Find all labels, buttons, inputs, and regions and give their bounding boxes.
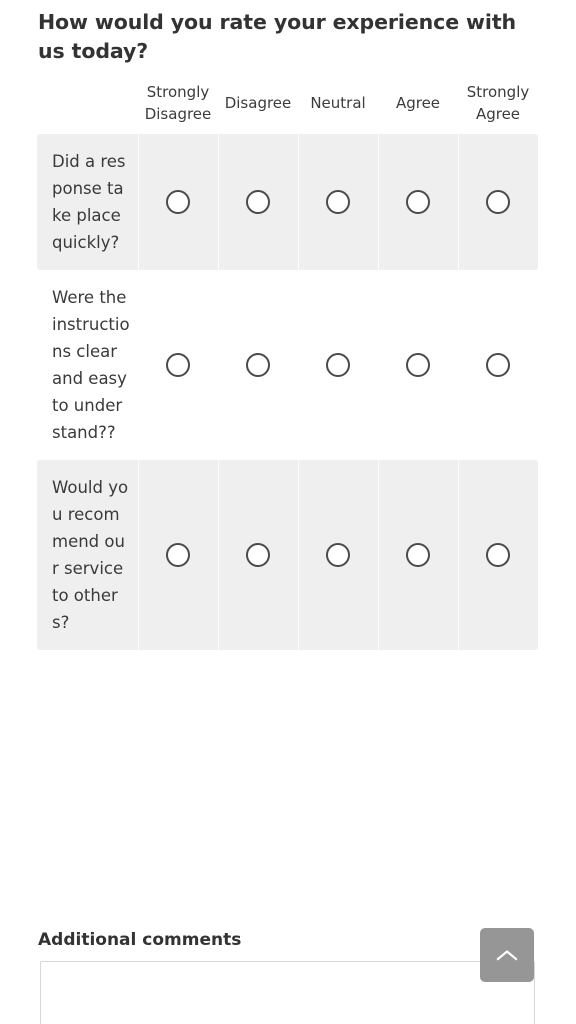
question-label: Would you recommend our service to other…: [52, 478, 129, 632]
radio-button[interactable]: [486, 543, 510, 567]
radio-cell-agree[interactable]: [378, 270, 458, 460]
radio-cell-strongly-agree[interactable]: [458, 134, 538, 270]
radio-cell-strongly-disagree[interactable]: [138, 460, 218, 650]
matrix-question-row: Were the instructions clear and easy to …: [37, 270, 538, 460]
radio-button[interactable]: [326, 190, 350, 214]
radio-cell-neutral[interactable]: [298, 460, 378, 650]
radio-button[interactable]: [486, 190, 510, 214]
radio-button[interactable]: [406, 190, 430, 214]
radio-button[interactable]: [246, 190, 270, 214]
radio-cell-strongly-agree[interactable]: [458, 270, 538, 460]
matrix-header-strongly-agree: Strongly Agree: [458, 78, 538, 134]
survey-page: How would you rate your experience with …: [0, 0, 576, 1024]
matrix-header-label: Neutral: [310, 93, 366, 112]
radio-button[interactable]: [406, 543, 430, 567]
page-title: How would you rate your experience with …: [38, 10, 517, 63]
matrix-header-agree: Agree: [378, 78, 458, 134]
radio-cell-strongly-disagree[interactable]: [138, 134, 218, 270]
radio-cell-strongly-agree[interactable]: [458, 460, 538, 650]
scroll-to-top-button[interactable]: [480, 928, 534, 982]
radio-button[interactable]: [486, 353, 510, 377]
radio-cell-agree[interactable]: [378, 460, 458, 650]
radio-button[interactable]: [246, 353, 270, 377]
matrix-question-row: Would you recommend our service to other…: [37, 460, 538, 650]
radio-cell-disagree[interactable]: [218, 134, 298, 270]
radio-button[interactable]: [246, 543, 270, 567]
rating-matrix: Strongly Disagree Disagree Neutral Agree…: [37, 78, 538, 650]
question-label: Were the instructions clear and easy to …: [52, 288, 130, 442]
matrix-header-label: Strongly Disagree: [144, 83, 212, 123]
matrix-header-disagree: Disagree: [218, 78, 298, 134]
additional-comments-label: Additional comments: [38, 930, 242, 950]
radio-button[interactable]: [166, 353, 190, 377]
radio-cell-neutral[interactable]: [298, 134, 378, 270]
matrix-header-spacer: [37, 78, 138, 134]
matrix-header-label: Agree: [395, 93, 441, 112]
chevron-up-icon: [496, 948, 518, 962]
matrix-header-row: Strongly Disagree Disagree Neutral Agree…: [37, 78, 538, 134]
radio-button[interactable]: [326, 353, 350, 377]
additional-comments-input[interactable]: [40, 961, 535, 1024]
matrix-header-neutral: Neutral: [298, 78, 378, 134]
radio-cell-disagree[interactable]: [218, 460, 298, 650]
radio-cell-agree[interactable]: [378, 134, 458, 270]
radio-cell-strongly-disagree[interactable]: [138, 270, 218, 460]
radio-button[interactable]: [166, 543, 190, 567]
matrix-header-label: Disagree: [224, 93, 292, 112]
radio-cell-disagree[interactable]: [218, 270, 298, 460]
matrix-header-label: Strongly Agree: [466, 83, 530, 123]
radio-button[interactable]: [166, 190, 190, 214]
radio-button[interactable]: [326, 543, 350, 567]
question-label: Did a response take place quickly?: [52, 152, 126, 252]
radio-button[interactable]: [406, 353, 430, 377]
radio-cell-neutral[interactable]: [298, 270, 378, 460]
matrix-header-strongly-disagree: Strongly Disagree: [138, 78, 218, 134]
matrix-question-row: Did a response take place quickly?: [37, 134, 538, 270]
